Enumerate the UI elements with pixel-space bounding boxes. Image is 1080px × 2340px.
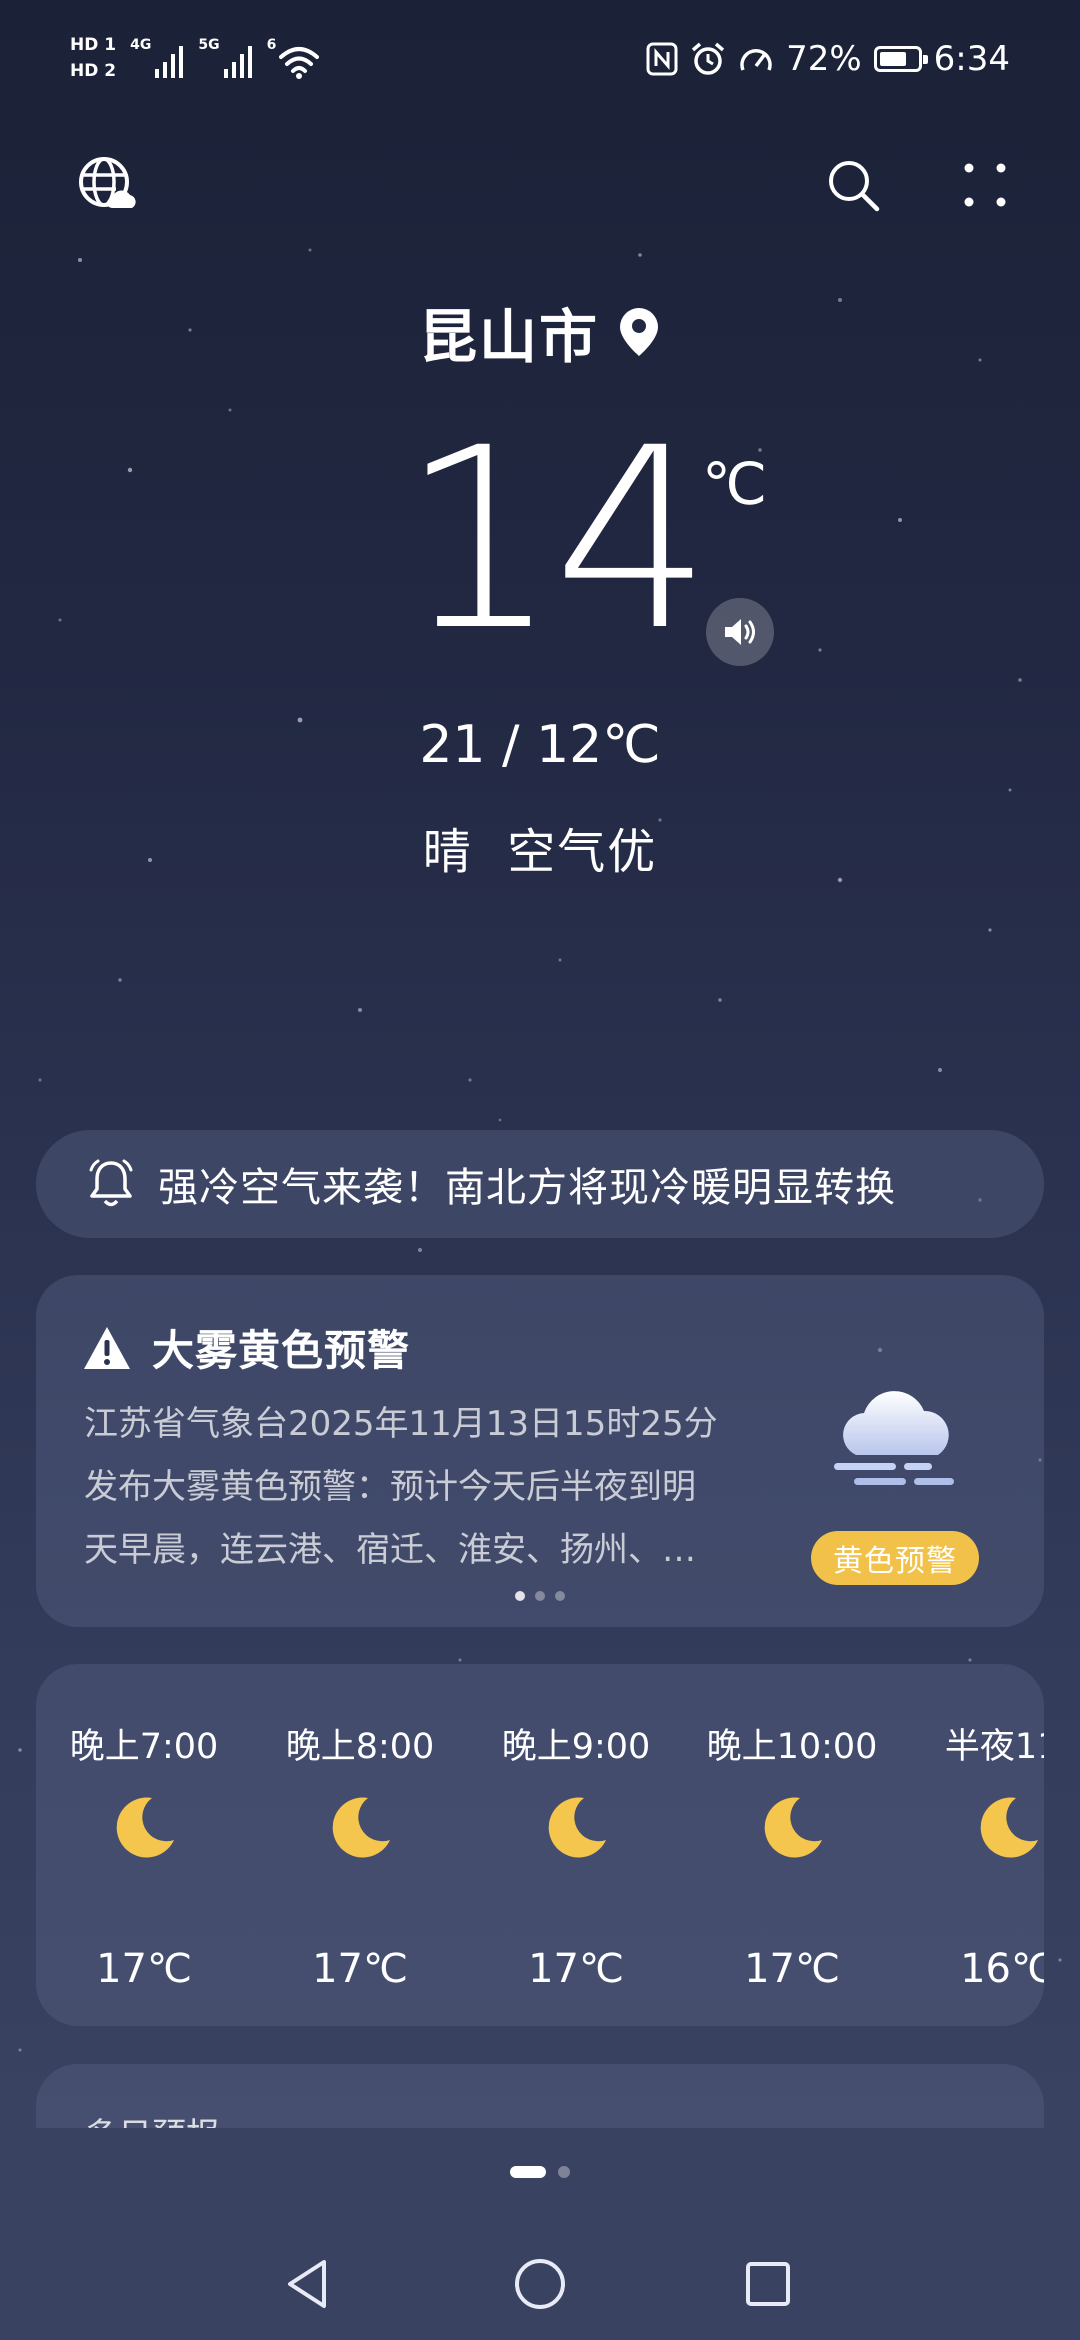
recents-icon xyxy=(746,2262,790,2306)
location-pin-icon xyxy=(620,308,658,356)
hourly-item[interactable]: 晚上8:00 17℃ xyxy=(252,1664,468,2026)
moon-icon xyxy=(540,1792,612,1864)
temperature-range: 21 / 12℃ xyxy=(419,715,661,775)
hour-time: 晚上7:00 xyxy=(69,1727,219,1767)
hourly-list[interactable]: 晚上7:00 17℃ 晚上8:00 17℃ 晚上9:00 17℃ 晚上10:00 17℃ 半夜1… xyxy=(36,1664,1044,2026)
fog-cloud-icon xyxy=(834,1391,954,1485)
alert-level-badge: 黄色预警 xyxy=(811,1531,979,1585)
sim1-label: HD 1 xyxy=(70,35,117,55)
hour-temperature: 17℃ xyxy=(312,1946,408,1992)
alert-description: 江苏省气象台2025年11月13日15时25分 发布大雾黄色预警：预计今天后半夜… xyxy=(84,1393,784,1582)
globe-cloud-icon xyxy=(79,157,136,208)
hour-time: 晚上10:00 xyxy=(706,1727,878,1767)
news-headline: 强冷空气来袭！南北方将现冷暖明显转换 xyxy=(158,1165,896,1211)
battery-level xyxy=(879,52,906,66)
nfc-icon xyxy=(646,42,678,76)
sim-indicators: HD 1 HD 2 xyxy=(70,35,116,81)
page-dot xyxy=(558,2166,570,2178)
alert-line: 天早晨，连云港、宿迁、淮安、扬州、… xyxy=(84,1530,696,1570)
hourly-item[interactable]: 晚上9:00 17℃ xyxy=(468,1664,684,2026)
back-icon xyxy=(288,2260,326,2308)
warning-icon xyxy=(84,1326,130,1369)
temperature-value: 14 xyxy=(400,394,712,685)
wifi-group: 6 xyxy=(267,37,320,79)
city-management-button[interactable] xyxy=(62,140,152,230)
city-name: 昆山市 xyxy=(418,303,599,371)
sim2-label: HD 2 xyxy=(70,61,117,81)
more-icon xyxy=(964,163,1006,207)
recents-button[interactable] xyxy=(718,2234,818,2334)
signal-bars-icon xyxy=(223,46,252,78)
wifi-badge: 6 xyxy=(266,37,277,53)
current-temperature: 14 ℃ xyxy=(400,400,774,690)
speed-icon xyxy=(740,49,772,71)
city-page-indicator xyxy=(0,2166,1080,2178)
network-type-1: 4G xyxy=(130,37,152,53)
more-button[interactable] xyxy=(940,140,1030,230)
battery-icon xyxy=(873,46,928,72)
signal-sim2: 5G xyxy=(198,37,252,79)
search-icon xyxy=(829,161,880,212)
wifi-icon xyxy=(279,47,320,79)
bell-icon xyxy=(89,1159,133,1207)
page-dot xyxy=(535,1591,545,1601)
system-navigation-bar xyxy=(0,2228,1080,2340)
weather-alert-card[interactable]: 大雾黄色预警 江苏省气象台2025年11月13日15时25分 发布大雾黄色预警：… xyxy=(36,1275,1044,1627)
alert-line: 发布大雾黄色预警：预计今天后半夜到明 xyxy=(84,1467,696,1507)
temperature-unit: ℃ xyxy=(702,450,768,518)
network-type-2: 5G xyxy=(198,37,220,53)
hour-temperature: 17℃ xyxy=(528,1946,624,1992)
hour-time: 半夜11: xyxy=(944,1727,1044,1767)
hour-time: 晚上8:00 xyxy=(285,1727,435,1767)
weather-news-card[interactable]: 强冷空气来袭！南北方将现冷暖明显转换 xyxy=(36,1130,1044,1238)
search-button[interactable] xyxy=(808,140,898,230)
city-selector[interactable]: 昆山市 xyxy=(0,290,1080,374)
voice-broadcast-button[interactable] xyxy=(706,598,774,666)
clock: 6:34 xyxy=(933,39,1010,79)
back-button[interactable] xyxy=(258,2234,358,2334)
status-bar: HD 1 HD 2 4G 5G 6 72% 6:34 xyxy=(0,0,1080,110)
page-dot xyxy=(515,1591,525,1601)
moon-icon xyxy=(756,1792,828,1864)
alert-title: 大雾黄色预警 xyxy=(152,1326,411,1375)
hour-temperature: 16℃ xyxy=(960,1946,1044,1992)
hour-temperature: 17℃ xyxy=(96,1946,192,1992)
hourly-forecast-card[interactable]: 晚上7:00 17℃ 晚上8:00 17℃ 晚上9:00 17℃ 晚上10:00 17℃ 半夜1… xyxy=(36,1664,1044,2026)
hourly-item[interactable]: 晚上7:00 17℃ xyxy=(36,1664,252,2026)
weather-condition: 晴 空气优 xyxy=(422,824,658,880)
hour-temperature: 17℃ xyxy=(744,1946,840,1992)
battery-percentage: 72% xyxy=(786,39,862,79)
page-dot xyxy=(555,1591,565,1601)
hourly-item[interactable]: 晚上10:00 17℃ xyxy=(684,1664,900,2026)
home-button[interactable] xyxy=(490,2234,590,2334)
hour-time: 晚上9:00 xyxy=(501,1727,651,1767)
moon-icon xyxy=(972,1792,1044,1864)
page-dot xyxy=(510,2166,546,2178)
signal-sim1: 4G xyxy=(130,37,184,79)
alarm-icon xyxy=(691,42,725,75)
hourly-item[interactable]: 半夜11: 16℃ xyxy=(900,1664,1044,2026)
home-icon xyxy=(515,2259,565,2309)
speaker-icon xyxy=(725,619,755,645)
signal-bars-icon xyxy=(155,46,184,78)
moon-icon xyxy=(324,1792,396,1864)
alert-line: 江苏省气象台2025年11月13日15时25分 xyxy=(84,1404,718,1444)
alert-page-indicator xyxy=(36,1591,1044,1601)
moon-icon xyxy=(108,1792,180,1864)
